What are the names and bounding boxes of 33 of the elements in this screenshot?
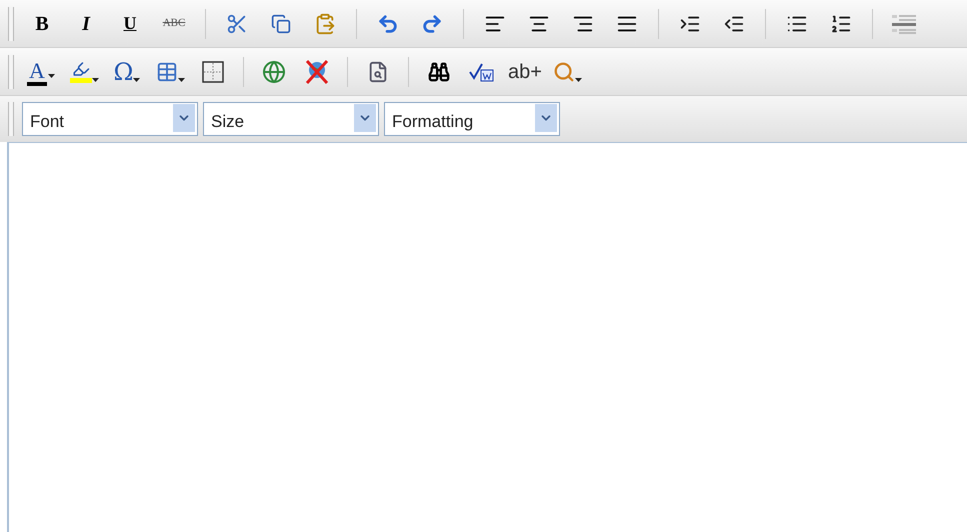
binoculars-icon [428, 60, 450, 82]
undo-icon [377, 12, 399, 34]
toolbar-grip[interactable] [8, 102, 14, 136]
replace-button[interactable]: ab+ [506, 54, 544, 90]
dashed-grid-icon [202, 60, 224, 82]
caret-icon [178, 78, 184, 82]
globe-icon [262, 60, 286, 84]
highlighter-icon [72, 60, 90, 78]
horizontal-rule-icon [891, 12, 917, 34]
toolbar-grip[interactable] [8, 54, 14, 88]
globe-crossed-icon [304, 58, 330, 84]
font-color-button[interactable]: A [22, 54, 60, 90]
strikethrough-button[interactable]: ABC [155, 6, 193, 42]
caret-icon [92, 78, 98, 82]
bold-button[interactable]: B [23, 6, 61, 42]
caret-icon [133, 78, 140, 82]
style-dropdown[interactable]: Font [22, 102, 198, 136]
style-dropdown[interactable]: Formatting [384, 102, 560, 136]
search-icon [553, 60, 576, 82]
underline-button[interactable]: U [111, 6, 149, 42]
table-icon [156, 60, 178, 82]
caret-icon [575, 78, 582, 82]
special-character-button[interactable]: Ω [108, 54, 146, 90]
copy-icon [271, 14, 291, 34]
italic-button[interactable]: I [67, 6, 105, 42]
toolbar-grip[interactable] [8, 6, 14, 40]
scissors-icon [226, 12, 248, 34]
style-dropdown[interactable]: Size [203, 102, 379, 136]
page-search-icon [367, 60, 389, 82]
redo-icon [421, 12, 443, 34]
clipboard-icon [314, 12, 336, 34]
caret-icon [48, 74, 55, 78]
check-box-icon [469, 60, 495, 82]
